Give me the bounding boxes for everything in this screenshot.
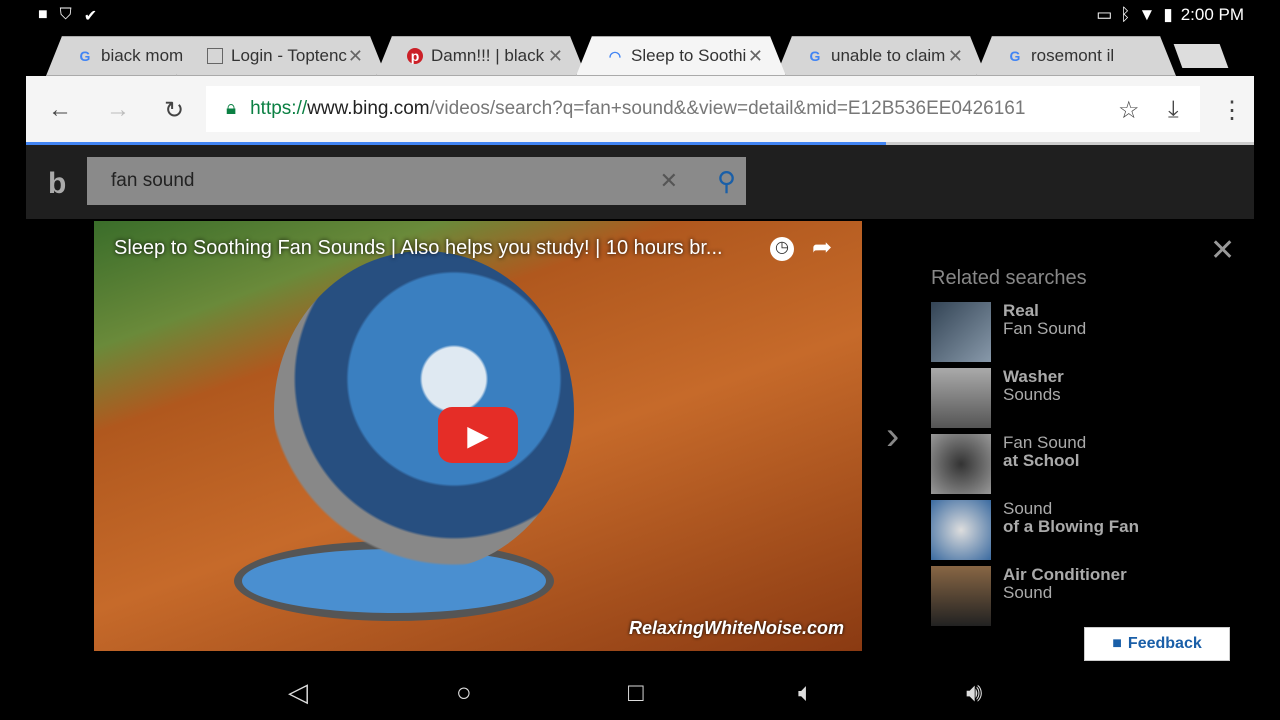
thumbnail bbox=[931, 368, 991, 428]
tab-active[interactable]: ◠ Sleep to Soothi ✕ bbox=[576, 36, 786, 76]
feedback-button[interactable]: ■ Feedback bbox=[1084, 627, 1230, 661]
browser-toolbar: ← → ↻ 🔒︎ https://www.bing.com/videos/sea… bbox=[26, 76, 1254, 142]
close-tab-icon[interactable]: ✕ bbox=[348, 46, 363, 67]
volume-up-icon[interactable]: 🔊︎ bbox=[966, 677, 982, 709]
related-item[interactable]: Washer Sounds bbox=[931, 368, 1139, 434]
related-item[interactable]: Real Fan Sound bbox=[931, 302, 1139, 368]
tab[interactable]: Login - Toptenc ✕ bbox=[176, 36, 386, 76]
tab[interactable]: Gunable to claim ✕ bbox=[776, 36, 986, 76]
related-searches: Related searches Real Fan Sound Washer Sou… bbox=[931, 267, 1139, 632]
close-tab-icon[interactable]: ✕ bbox=[548, 46, 563, 67]
cast-icon: ▭ bbox=[1096, 5, 1113, 24]
google-icon: G bbox=[809, 48, 821, 64]
close-icon[interactable]: ✕ bbox=[1210, 233, 1235, 268]
clear-icon[interactable]: ✕ bbox=[660, 168, 678, 194]
android-nav-bar: ◁ ○ □ 🔈︎ 🔊︎ bbox=[0, 665, 1280, 720]
pinterest-icon: p bbox=[407, 48, 423, 64]
battery-icon: ▮ bbox=[1163, 5, 1173, 24]
watermark: RelaxingWhiteNoise.com bbox=[628, 618, 844, 638]
address-bar[interactable]: 🔒︎ https://www.bing.com/videos/search?q=… bbox=[206, 86, 1200, 132]
download-icon[interactable]: ⤓ bbox=[1168, 96, 1179, 124]
status-bar: ■ ⛉ ✔ ▭ ᛒ ▼ ▮ 2:00 PM bbox=[0, 0, 1280, 30]
next-video-icon[interactable]: › bbox=[886, 414, 899, 459]
loading-icon: ◠ bbox=[608, 47, 622, 64]
back-nav-icon[interactable]: ◁ bbox=[288, 677, 308, 708]
video-title[interactable]: Sleep to Soothing Fan Sounds | Also help… bbox=[114, 237, 723, 260]
check-icon: ✔ bbox=[83, 8, 98, 25]
thumbnail bbox=[931, 434, 991, 494]
wifi-icon: ▼ bbox=[1138, 5, 1156, 24]
google-icon: G bbox=[1009, 48, 1021, 64]
thumbnail bbox=[931, 500, 991, 560]
shield-icon: ⛉ bbox=[59, 6, 72, 23]
close-tab-icon[interactable]: ✕ bbox=[948, 46, 963, 67]
video-detail: Sleep to Soothing Fan Sounds | Also help… bbox=[26, 219, 1254, 661]
recents-icon[interactable]: □ bbox=[628, 677, 644, 708]
close-tab-icon[interactable]: ✕ bbox=[748, 46, 763, 67]
new-tab-button[interactable] bbox=[1173, 44, 1229, 68]
clock-time: 2:00 PM bbox=[1180, 5, 1244, 24]
star-icon[interactable]: ☆ bbox=[1118, 96, 1140, 125]
lock-icon: 🔒︎ bbox=[226, 98, 237, 119]
reload-icon[interactable]: ↻ bbox=[164, 96, 184, 125]
tab[interactable]: p Damn!!! | black ✕ bbox=[376, 36, 586, 76]
share-icon[interactable]: ➦ bbox=[812, 233, 832, 262]
play-button[interactable]: ▶ bbox=[438, 407, 518, 463]
related-item[interactable]: Sound of a Blowing Fan bbox=[931, 500, 1139, 566]
google-icon: G bbox=[79, 48, 91, 64]
thumbnail bbox=[931, 302, 991, 362]
search-icon[interactable]: ⚲ bbox=[717, 166, 736, 197]
bing-header: b fan sound ✕ ⚲ bbox=[26, 145, 1254, 219]
forward-icon[interactable]: → bbox=[106, 96, 130, 124]
search-input[interactable]: fan sound ✕ ⚲ bbox=[87, 157, 746, 205]
volume-down-icon[interactable]: 🔈︎ bbox=[798, 677, 814, 709]
back-icon[interactable]: ← bbox=[48, 96, 72, 124]
related-item[interactable]: Air Conditioner Sound bbox=[931, 566, 1139, 632]
chat-icon: ■ bbox=[1112, 635, 1122, 652]
tab[interactable]: Grosemont il bbox=[976, 36, 1176, 76]
related-item[interactable]: Fan Sound at School bbox=[931, 434, 1139, 500]
menu-icon[interactable]: ⋮ bbox=[1220, 96, 1244, 125]
fan-image bbox=[274, 251, 574, 571]
tab-strip: Gbiack mom Login - Toptenc ✕ p Damn!!! | b… bbox=[26, 36, 1254, 76]
watch-later-icon[interactable]: ◷ bbox=[770, 237, 794, 261]
bing-logo[interactable]: b bbox=[48, 167, 66, 201]
video-camera-icon: ■ bbox=[38, 6, 48, 23]
thumbnail bbox=[931, 566, 991, 626]
bluetooth-icon: ᛒ bbox=[1120, 5, 1131, 24]
page-icon bbox=[207, 48, 223, 64]
home-icon[interactable]: ○ bbox=[456, 677, 472, 708]
video-player[interactable]: Sleep to Soothing Fan Sounds | Also help… bbox=[94, 221, 862, 651]
